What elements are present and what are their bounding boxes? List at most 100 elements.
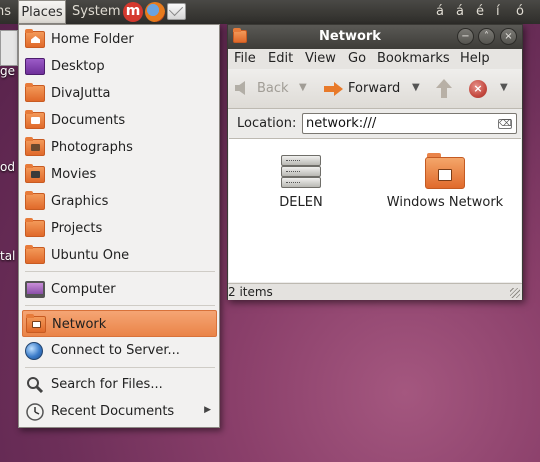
applications-menu[interactable]: ns	[0, 0, 16, 24]
menu-view[interactable]: View	[305, 49, 336, 69]
menu-item-label: Documents	[51, 113, 126, 128]
location-bar: Location: network:/// ⌫	[228, 110, 522, 137]
forward-arrow-icon[interactable]	[324, 81, 344, 97]
back-history-dropdown[interactable]: ▼	[299, 82, 307, 93]
menu-separator	[25, 367, 215, 368]
desktop-icon-label[interactable]: ge	[0, 64, 15, 78]
menu-separator	[25, 271, 215, 272]
clock-icon	[25, 403, 45, 421]
menu-item-label: Ubuntu One	[51, 248, 130, 263]
menu-item-label: Computer	[51, 282, 116, 297]
desktop-file-icon[interactable]	[0, 30, 18, 66]
menu-item-desktop[interactable]: Desktop	[22, 53, 217, 80]
maximize-button[interactable]: ˄	[478, 28, 495, 45]
magnifier-icon	[25, 376, 45, 394]
stop-icon[interactable]: ×	[469, 80, 487, 98]
menu-item-label: Graphics	[51, 194, 109, 209]
menu-edit[interactable]: Edit	[268, 49, 293, 69]
document-emblem	[31, 117, 40, 124]
menu-item-label: Desktop	[51, 59, 105, 74]
file-item-label: DELEN	[279, 195, 323, 210]
menu-item-recent-documents[interactable]: Recent Documents ▶	[22, 398, 217, 425]
menu-item-label: Recent Documents	[51, 404, 175, 419]
top-panel: ns Places System m á á é í ó	[0, 0, 540, 24]
back-button[interactable]: Back	[257, 81, 289, 96]
char-button[interactable]: á	[436, 0, 444, 24]
file-item-delen[interactable]: DELEN	[266, 153, 336, 211]
menu-item-label: Projects	[51, 221, 103, 236]
file-item-label: Windows Network	[386, 195, 504, 210]
file-view[interactable]: DELEN Windows Network	[229, 138, 521, 282]
clear-location-icon[interactable]: ⌫	[498, 119, 512, 129]
menu-item-computer[interactable]: Computer	[22, 276, 217, 303]
menu-item-projects[interactable]: Projects	[22, 215, 217, 242]
house-emblem	[31, 36, 40, 43]
places-dropdown-menu: Home Folder Desktop DivaJutta Documents …	[18, 24, 220, 428]
network-folder-icon	[26, 314, 46, 333]
desktop-icon-label[interactable]: tal	[0, 249, 15, 263]
forward-history-dropdown[interactable]: ▼	[412, 82, 420, 93]
file-item-windows-network[interactable]: Windows Network	[386, 153, 504, 211]
mail-icon[interactable]	[167, 3, 186, 20]
camera-emblem	[31, 144, 40, 151]
network-emblem	[32, 321, 41, 328]
forward-button[interactable]: Forward	[348, 81, 400, 96]
location-input[interactable]: network:///	[302, 113, 517, 134]
menu-item-search-for-files[interactable]: Search for Files...	[22, 371, 217, 398]
back-arrow-icon[interactable]	[235, 81, 245, 95]
menubar: File Edit View Go Bookmarks Help	[228, 49, 522, 69]
status-text: 2 items	[228, 285, 273, 299]
documents-folder-icon	[25, 110, 45, 129]
menu-item-ubuntu-one[interactable]: Ubuntu One	[22, 242, 217, 269]
menu-bookmarks[interactable]: Bookmarks	[377, 49, 450, 69]
network-window: Network − ˄ × File Edit View Go Bookmark…	[227, 24, 523, 300]
char-button[interactable]: é	[476, 0, 484, 24]
menu-item-label: Home Folder	[51, 32, 134, 47]
keyboard-layout-indicator[interactable]	[408, 0, 419, 24]
char-button[interactable]: í	[496, 0, 500, 24]
close-button[interactable]: ×	[500, 28, 517, 45]
menu-item-label: Photographs	[51, 140, 133, 155]
statusbar: 2 items	[228, 283, 522, 300]
menu-item-label: Network	[52, 317, 107, 332]
m-icon[interactable]: m	[123, 2, 143, 22]
up-arrow-icon[interactable]	[435, 79, 453, 99]
menu-item-documents[interactable]: Documents	[22, 107, 217, 134]
menu-item-movies[interactable]: Movies	[22, 161, 217, 188]
firefox-icon[interactable]	[145, 2, 165, 22]
menu-item-photographs[interactable]: Photographs	[22, 134, 217, 161]
windows-network-folder-icon	[425, 153, 465, 191]
pictures-folder-icon	[25, 137, 45, 156]
char-button[interactable]: ó	[516, 0, 524, 24]
menu-item-connect-to-server[interactable]: Connect to Server...	[22, 337, 217, 364]
places-menu-button[interactable]: Places	[18, 0, 66, 24]
menu-item-label: Search for Files...	[51, 377, 163, 392]
home-folder-icon	[25, 29, 45, 48]
folder-icon	[25, 83, 45, 102]
computer-icon	[25, 281, 45, 298]
menu-item-graphics[interactable]: Graphics	[22, 188, 217, 215]
menu-item-network[interactable]: Network	[22, 310, 217, 337]
videos-folder-icon	[25, 164, 45, 183]
menu-item-home-folder[interactable]: Home Folder	[22, 26, 217, 53]
minimize-button[interactable]: −	[457, 28, 474, 45]
menu-go[interactable]: Go	[348, 49, 366, 69]
toolbar-overflow-dropdown[interactable]: ▼	[500, 82, 508, 93]
folder-icon	[25, 191, 45, 210]
film-emblem	[31, 171, 40, 178]
char-button[interactable]: á	[456, 0, 464, 24]
menu-help[interactable]: Help	[460, 49, 490, 69]
folder-icon	[25, 218, 45, 237]
window-titlebar[interactable]: Network − ˄ ×	[228, 25, 522, 49]
menu-item-label: Connect to Server...	[51, 343, 180, 358]
desktop-folder-icon	[25, 58, 45, 75]
menu-item-label: DivaJutta	[51, 86, 111, 101]
system-menu-button[interactable]: System	[72, 0, 120, 24]
menu-item-divajutta[interactable]: DivaJutta	[22, 80, 217, 107]
menu-file[interactable]: File	[234, 49, 256, 69]
window-title: Network	[319, 29, 381, 44]
desktop-icon-label[interactable]: od	[0, 160, 15, 174]
resize-grip[interactable]	[510, 288, 520, 298]
globe-icon	[25, 342, 43, 360]
server-icon	[281, 153, 321, 191]
